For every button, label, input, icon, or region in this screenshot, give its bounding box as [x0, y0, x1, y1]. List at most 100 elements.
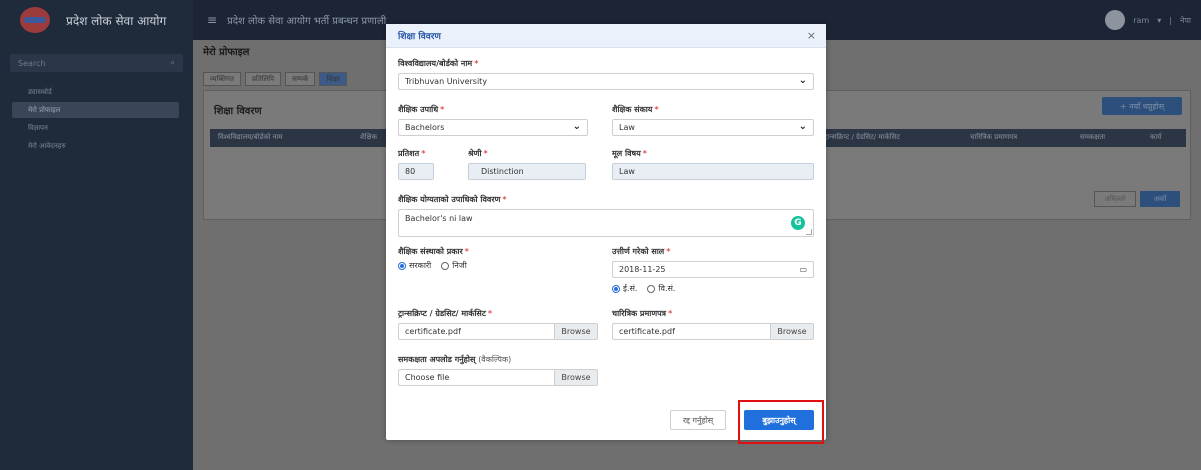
division-value: Distinction — [481, 167, 524, 176]
percent-label: प्रतिशत — [398, 149, 420, 158]
required-mark: * — [483, 149, 488, 158]
sidebar-item-advertisement[interactable]: विज्ञापन — [12, 120, 179, 136]
pass-year-input[interactable]: 2018-11-25 ▭ — [612, 261, 814, 278]
radio-government[interactable]: सरकारी — [398, 260, 431, 271]
division-field: श्रेणी * Distinction — [468, 148, 586, 180]
degree-select[interactable]: Bachelors ⌄ — [398, 119, 588, 136]
page-title: मेरो प्रोफाइल — [203, 47, 250, 58]
radio-private-label: निजी — [452, 261, 467, 270]
topbar-right: ram ▾ | नेपा — [1105, 10, 1191, 30]
sidebar-item-applications[interactable]: मेरो आवेदनहरु — [12, 138, 179, 154]
calendar-icon[interactable]: ▭ — [799, 265, 807, 274]
transcript-file-input[interactable]: certificate.pdf Browse — [398, 323, 598, 340]
equivalence-filename: Choose file — [398, 369, 554, 386]
tab-copy[interactable]: प्रतिलिपि — [244, 72, 282, 86]
col-transcript: ट्रान्सक्रिप्ट / ग्रेडसिट/ मार्कसिट — [824, 133, 900, 141]
close-icon[interactable]: × — [807, 29, 816, 42]
faculty-label: शैक्षिक संकाय — [612, 105, 653, 114]
subject-input[interactable]: Law — [612, 163, 814, 180]
chevron-down-icon: ⌄ — [572, 121, 581, 132]
character-browse-button[interactable]: Browse — [770, 323, 814, 340]
equivalence-browse-button[interactable]: Browse — [554, 369, 598, 386]
transcript-browse-button[interactable]: Browse — [554, 323, 598, 340]
modal-title: शिक्षा विवरण — [398, 32, 441, 42]
pass-year-label: उत्तीर्ण गरेको साल — [612, 247, 665, 256]
required-mark: * — [487, 309, 493, 318]
degree-label: शैक्षिक उपाधि — [398, 105, 439, 114]
next-button[interactable]: अर्को — [1140, 191, 1180, 207]
required-mark: * — [440, 105, 445, 114]
avatar[interactable] — [1105, 10, 1126, 30]
pass-year-value: 2018-11-25 — [619, 265, 666, 274]
profile-tabs: व्यक्तिगत प्रतिलिपि सम्पर्क शिक्षा — [203, 72, 347, 86]
divider: | — [1169, 15, 1172, 25]
required-mark: * — [421, 149, 426, 158]
institution-type-label: शैक्षिक संस्थाको प्रकार — [398, 247, 463, 256]
pass-year-field: उत्तीर्ण गरेको साल * 2018-11-25 ▭ ई.सं. व… — [612, 246, 814, 294]
cancel-button[interactable]: रद्द गर्नुहोस् — [670, 410, 726, 430]
percent-input[interactable]: 80 — [398, 163, 434, 180]
grammarly-icon[interactable]: G — [791, 216, 805, 230]
equivalence-field: समकक्षता अपलोड गर्नुहोस् (वैकल्पिक) Choo… — [398, 354, 598, 386]
brand[interactable]: प्रदेश लोक सेवा आयोग — [0, 0, 193, 40]
division-label: श्रेणी — [468, 149, 482, 158]
radio-unchecked-icon — [647, 284, 656, 293]
radio-ad[interactable]: ई.सं. — [612, 283, 637, 294]
calendar-type-radios: ई.सं. वि.सं. — [612, 283, 814, 294]
institution-type-radios: सरकारी निजी — [398, 260, 598, 271]
col-university: विश्वविद्यालय/बोर्डको नाम — [218, 133, 283, 141]
tab-personal[interactable]: व्यक्तिगत — [203, 72, 241, 86]
chevron-down-icon[interactable]: ▾ — [1157, 16, 1161, 25]
radio-bs[interactable]: वि.सं. — [647, 283, 675, 294]
search-icon: ⌕ — [170, 58, 175, 67]
faculty-value: Law — [619, 123, 635, 132]
user-name[interactable]: ram — [1133, 16, 1149, 25]
search-placeholder: Search — [18, 58, 46, 68]
transcript-label: ट्रान्सक्रिप्ट / ग्रेडसिट/ मार्कसिट — [398, 309, 486, 318]
equivalence-file-input[interactable]: Choose file Browse — [398, 369, 598, 386]
percent-field: प्रतिशत * 80 — [398, 148, 434, 180]
character-field: चारित्रिक प्रमाणपत्र * certificate.pdf Br… — [612, 308, 814, 340]
description-field: शैक्षिक योग्यताको उपाधिको विवरण * Bachelo… — [398, 194, 814, 237]
radio-ad-label: ई.सं. — [623, 284, 638, 293]
radio-checked-icon — [612, 284, 620, 293]
university-field: विश्वविद्यालय/बोर्डको नाम * Tribhuvan Uni… — [398, 58, 814, 90]
degree-value: Bachelors — [405, 123, 445, 132]
sidebar-item-dashboard[interactable]: ड्यासबोर्ड — [12, 84, 179, 100]
description-textarea[interactable]: Bachelor's ni law G — [398, 209, 814, 237]
add-new-button[interactable]: + नयाँ थप्नुहोस् — [1102, 97, 1182, 115]
radio-government-label: सरकारी — [409, 261, 432, 270]
character-label: चारित्रिक प्रमाणपत्र — [612, 309, 667, 318]
radio-private[interactable]: निजी — [441, 260, 467, 271]
tab-contact[interactable]: सम्पर्क — [285, 72, 316, 86]
sidebar: प्रदेश लोक सेवा आयोग Search ⌕ ड्यासबोर्ड… — [0, 0, 193, 470]
required-mark: * — [654, 105, 659, 114]
modal-header: शिक्षा विवरण × — [386, 24, 826, 48]
education-modal: शिक्षा विवरण × विश्वविद्यालय/बोर्डको नाम… — [386, 24, 826, 444]
description-value: Bachelor's ni law — [405, 214, 473, 223]
university-value: Tribhuvan University — [405, 77, 488, 86]
institution-type-field: शैक्षिक संस्थाको प्रकार * सरकारी निजी — [398, 246, 598, 271]
col-action: कार्य — [1150, 133, 1162, 141]
required-mark: * — [666, 247, 671, 256]
subject-value: Law — [619, 167, 635, 176]
resize-handle-icon[interactable] — [806, 229, 812, 235]
university-label: विश्वविद्यालय/बोर्डको नाम — [398, 59, 473, 68]
tab-education[interactable]: शिक्षा — [319, 72, 347, 86]
sidebar-search-input[interactable]: Search ⌕ — [10, 54, 183, 72]
required-mark: * — [502, 195, 507, 204]
sidebar-item-profile[interactable]: मेरो प्रोफाइल — [12, 102, 179, 118]
language-toggle[interactable]: नेपा — [1180, 15, 1191, 26]
division-input[interactable]: Distinction — [468, 163, 586, 180]
col-character: चारित्रिक प्रमाणपत्र — [970, 133, 1018, 141]
radio-unchecked-icon — [441, 261, 450, 270]
hamburger-icon[interactable]: ≡ — [207, 13, 217, 27]
faculty-select[interactable]: Law ⌄ — [612, 119, 814, 136]
topbar-title: प्रदेश लोक सेवा आयोग भर्ती प्रबन्धन प्रण… — [227, 16, 387, 27]
previous-button[interactable]: अघिल्लो — [1094, 191, 1136, 207]
character-file-input[interactable]: certificate.pdf Browse — [612, 323, 814, 340]
transcript-filename: certificate.pdf — [398, 323, 554, 340]
description-label: शैक्षिक योग्यताको उपाधिको विवरण — [398, 195, 501, 204]
university-select[interactable]: Tribhuvan University ⌄ — [398, 73, 814, 90]
required-mark: * — [668, 309, 673, 318]
